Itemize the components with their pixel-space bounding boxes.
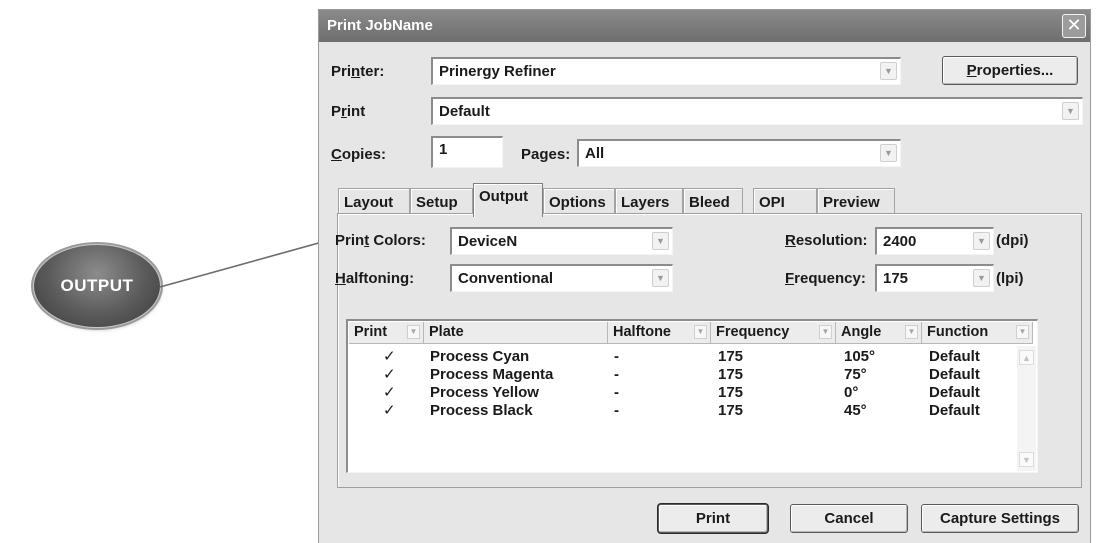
frequency-select[interactable]: 175 ▼ <box>875 264 994 292</box>
tab-output[interactable]: Output <box>473 183 543 217</box>
scroll-down-icon[interactable]: ▼ <box>1019 452 1034 467</box>
chevron-down-icon: ▼ <box>1062 102 1079 120</box>
plates-table[interactable]: Print ▼ Plate Halftone ▼ Frequency ▼ Angle ▼… <box>346 319 1038 473</box>
column-header-angle[interactable]: Angle ▼ <box>836 322 922 344</box>
printer-select-value: Prinergy Refiner <box>439 63 556 80</box>
chevron-down-icon: ▼ <box>880 144 897 162</box>
chevron-down-icon: ▼ <box>652 269 669 287</box>
title-bar: Print JobName ✕ <box>319 10 1090 42</box>
resolution-value: 2400 <box>883 233 917 250</box>
tab-layers[interactable]: Layers <box>615 188 683 215</box>
function-value: Default <box>929 402 980 419</box>
frequency-value: 175 <box>718 348 744 365</box>
tab-layout[interactable]: Layout <box>338 188 410 215</box>
printer-select[interactable]: Prinergy Refiner ▼ <box>431 57 901 85</box>
print-check[interactable]: ✓ <box>383 384 396 401</box>
print-check[interactable]: ✓ <box>383 348 396 365</box>
print-preset-select[interactable]: Default ▼ <box>431 97 1083 125</box>
angle-value: 105° <box>844 348 876 365</box>
cancel-button[interactable]: Cancel <box>790 504 908 533</box>
capture-settings-button[interactable]: Capture Settings <box>921 504 1079 533</box>
window-title: Print JobName <box>327 17 433 34</box>
halftone-value: - <box>614 384 619 401</box>
angle-value: 45° <box>844 402 867 419</box>
tab-options[interactable]: Options <box>543 188 615 215</box>
chevron-down-icon: ▼ <box>1016 325 1029 339</box>
function-value: Default <box>929 384 980 401</box>
close-icon[interactable]: ✕ <box>1062 14 1086 38</box>
resolution-label: Resolution: <box>785 232 868 249</box>
pages-select-value: All <box>585 145 605 162</box>
column-header-plate[interactable]: Plate <box>424 322 608 344</box>
print-check[interactable]: ✓ <box>383 402 396 419</box>
print-preset-label: Print <box>331 103 366 120</box>
angle-value: 0° <box>844 384 859 401</box>
halftone-value: - <box>614 348 619 365</box>
table-row[interactable]: ✓ Process Cyan - 175 105° Default <box>348 348 1020 365</box>
frequency-value: 175 <box>718 402 744 419</box>
callout-label: OUTPUT <box>60 276 134 295</box>
halftoning-label: Halftoning: <box>335 270 415 287</box>
copies-field[interactable]: 1 <box>431 136 503 168</box>
pages-label: Pages: <box>521 146 571 163</box>
chevron-down-icon: ▼ <box>905 325 918 339</box>
tab-opi[interactable]: OPI <box>753 188 817 215</box>
output-callout-bubble: OUTPUT <box>34 245 160 327</box>
function-value: Default <box>929 348 980 365</box>
chevron-down-icon: ▼ <box>819 325 832 339</box>
print-check[interactable]: ✓ <box>383 366 396 383</box>
frequency-value: 175 <box>718 384 744 401</box>
resolution-unit: (dpi) <box>996 232 1029 249</box>
halftone-value: - <box>614 366 619 383</box>
print-colors-select[interactable]: DeviceN ▼ <box>450 227 673 255</box>
print-dialog: Print JobName ✕ Printer: Prinergy Refine… <box>318 9 1091 543</box>
halftone-value: - <box>614 402 619 419</box>
tab-bleed[interactable]: Bleed <box>683 188 743 215</box>
print-colors-value: DeviceN <box>458 233 518 250</box>
halftoning-value: Conventional <box>458 270 554 287</box>
column-header-halftone[interactable]: Halftone ▼ <box>608 322 711 344</box>
table-row[interactable]: ✓ Process Magenta - 175 75° Default <box>348 366 1020 383</box>
printer-label: Printer: <box>331 63 385 80</box>
vertical-scrollbar[interactable]: ▲ ▼ <box>1017 346 1036 471</box>
plate-name: Process Cyan <box>430 348 530 365</box>
angle-value: 75° <box>844 366 867 383</box>
table-row[interactable]: ✓ Process Black - 175 45° Default <box>348 402 1020 419</box>
chevron-down-icon: ▼ <box>973 269 990 287</box>
print-preset-value: Default <box>439 103 490 120</box>
chevron-down-icon: ▼ <box>652 232 669 250</box>
frequency-label: Frequency: <box>785 270 866 287</box>
chevron-down-icon: ▼ <box>973 232 990 250</box>
properties-button[interactable]: Properties... <box>942 56 1078 85</box>
print-button[interactable]: Print <box>658 504 768 533</box>
column-header-function[interactable]: Function ▼ <box>922 322 1033 344</box>
frequency-unit: (lpi) <box>996 270 1024 287</box>
halftoning-select[interactable]: Conventional ▼ <box>450 264 673 292</box>
print-colors-label: Print Colors: <box>335 232 426 249</box>
chevron-down-icon: ▼ <box>880 62 897 80</box>
pages-select[interactable]: All ▼ <box>577 139 901 167</box>
table-row[interactable]: ✓ Process Yellow - 175 0° Default <box>348 384 1020 401</box>
plate-name: Process Magenta <box>430 366 554 383</box>
plate-name: Process Yellow <box>430 384 539 401</box>
plate-name: Process Black <box>430 402 533 419</box>
scroll-up-icon[interactable]: ▲ <box>1019 350 1034 365</box>
resolution-select[interactable]: 2400 ▼ <box>875 227 994 255</box>
tab-setup[interactable]: Setup <box>410 188 473 215</box>
chevron-down-icon: ▼ <box>407 325 420 339</box>
copies-label: Copies: <box>331 146 387 163</box>
tab-preview[interactable]: Preview <box>817 188 895 215</box>
column-header-print[interactable]: Print ▼ <box>349 322 424 344</box>
frequency-value: 175 <box>718 366 744 383</box>
frequency-value: 175 <box>883 270 909 287</box>
copies-value: 1 <box>439 141 448 158</box>
function-value: Default <box>929 366 980 383</box>
column-header-frequency[interactable]: Frequency ▼ <box>711 322 836 344</box>
chevron-down-icon: ▼ <box>694 325 707 339</box>
